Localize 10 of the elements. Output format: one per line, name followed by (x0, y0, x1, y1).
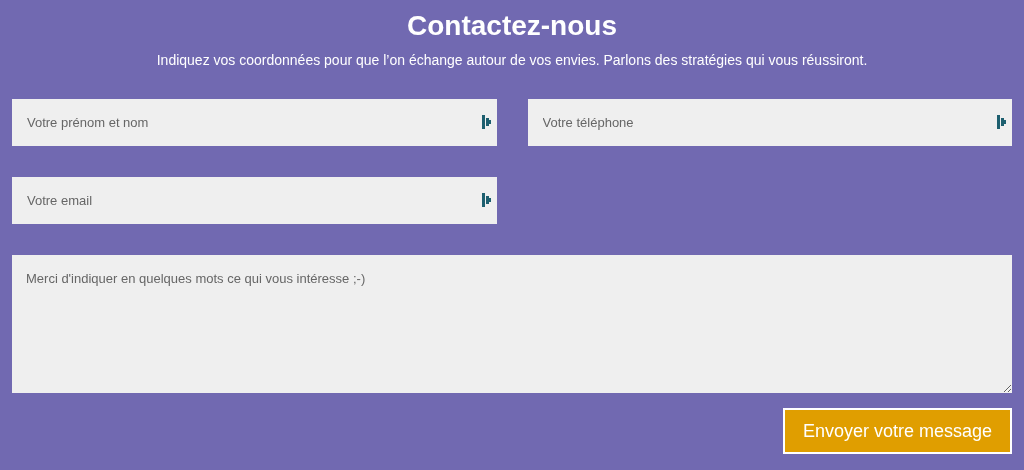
autofill-icon (481, 115, 491, 129)
input-field[interactable]: Votre téléphone (527, 99, 1012, 146)
input-field[interactable]: Votre prénom et nom (12, 99, 497, 146)
autofill-icon (481, 193, 491, 207)
send-button[interactable]: Envoyer votre message (782, 408, 1012, 454)
message-field[interactable]: Merci d'indiquer en quelques mots ce qui vous intéresse ;-) (12, 255, 1012, 393)
autofill-icon (997, 115, 1006, 129)
input-field[interactable]: Votre email (12, 177, 497, 224)
subtitle: Indiquez vos coordonnées pour que l’on échange autour de vos envies. Parlons des stratégies qui vous réussiront. (155, 51, 869, 70)
page-title: Contactez-nous (406, 9, 618, 43)
